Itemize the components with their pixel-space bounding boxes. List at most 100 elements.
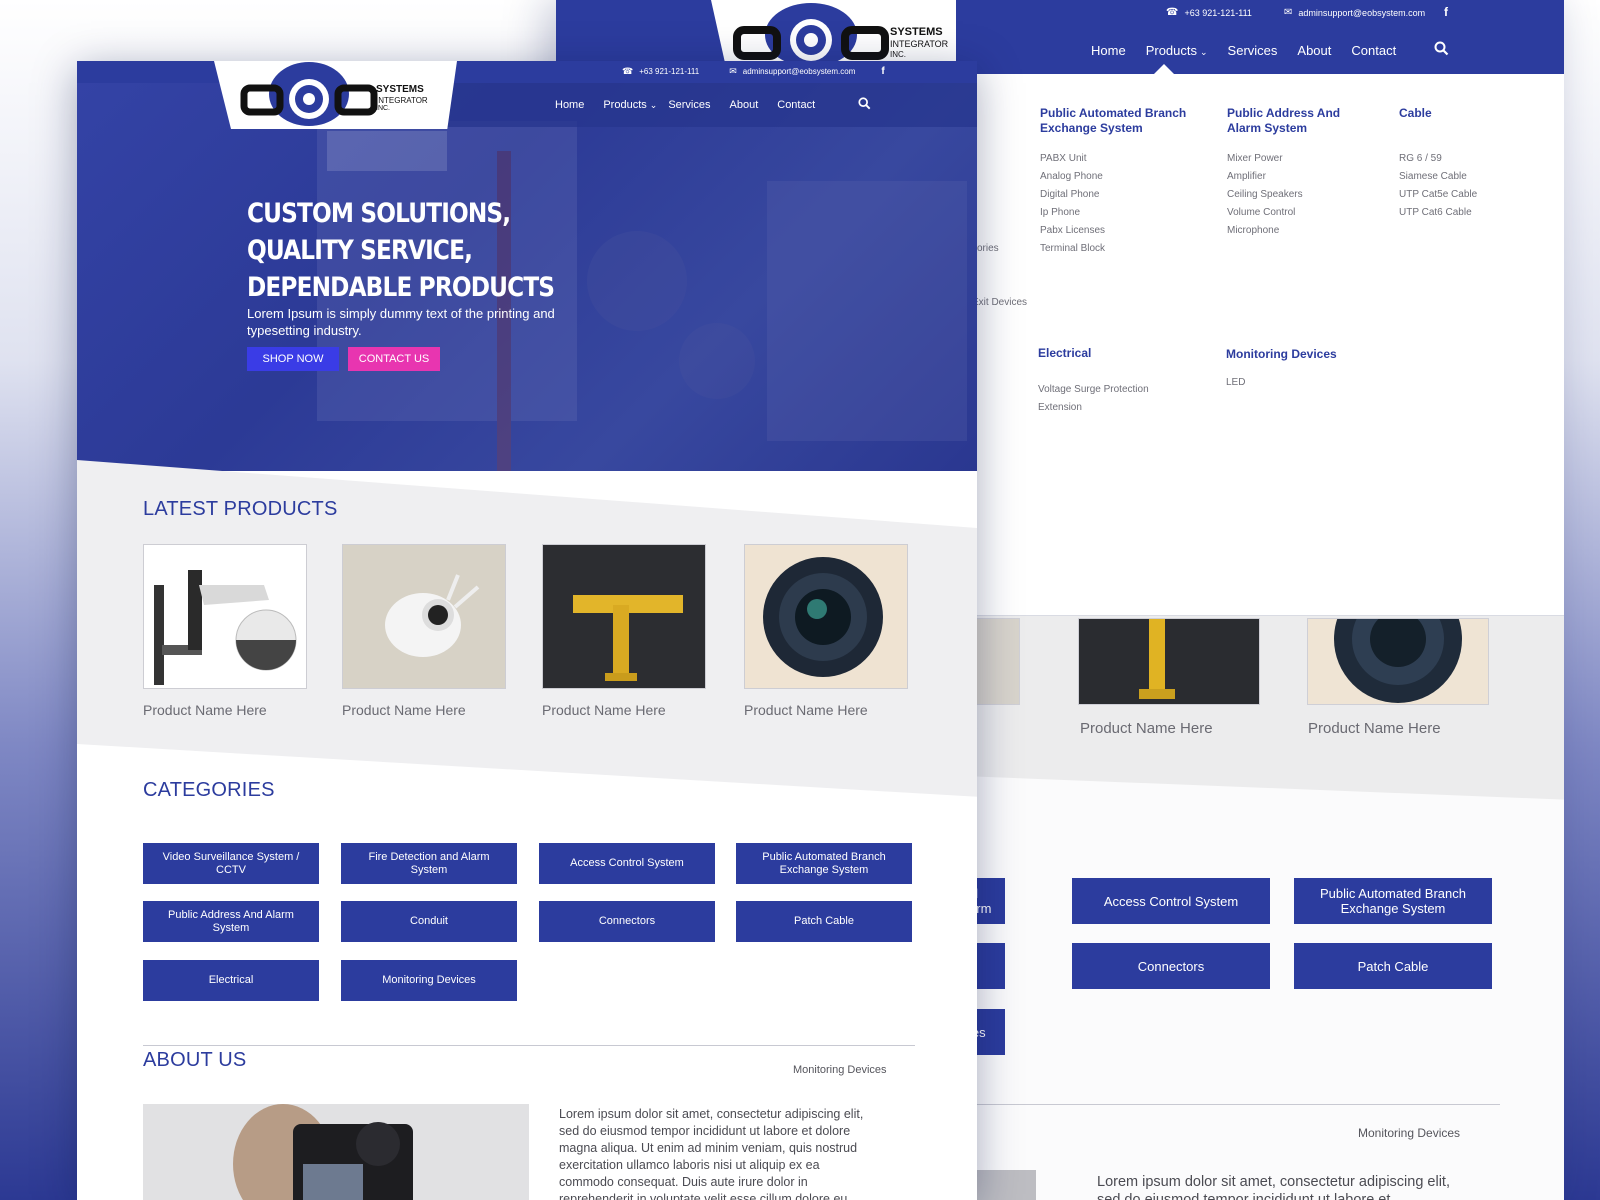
mega-heading-monitoring[interactable]: Monitoring Devices — [1226, 347, 1396, 362]
back-product-name[interactable]: Product Name Here — [1308, 720, 1441, 737]
mega-heading-pabx[interactable]: Public Automated Branch Exchange System — [1040, 106, 1210, 136]
hero-title: CUSTOM SOLUTIONS, QUALITY SERVICE, DEPEN… — [247, 195, 608, 306]
nav-services[interactable]: Services — [668, 99, 710, 111]
back-main-nav: Home Products ⌄ Services About Contact — [1091, 26, 1449, 74]
mega-heading-cable[interactable]: Cable — [1399, 106, 1529, 136]
back-category-button[interactable]: Public Automated Branch Exchange System — [1294, 878, 1492, 924]
logo-mark-icon — [240, 62, 378, 126]
front-brand-line3: INC. — [376, 105, 390, 112]
mega-partial-item[interactable]: Exit Devices — [972, 297, 1027, 308]
facebook-icon[interactable]: f — [881, 66, 884, 77]
mega-item[interactable]: Extension — [1038, 399, 1208, 417]
category-fire-detection[interactable]: Fire Detection and Alarm System — [341, 843, 517, 884]
mega-item[interactable]: Volume Control — [1227, 204, 1357, 222]
back-product-name[interactable]: Product Name Here — [1080, 720, 1213, 737]
mega-item[interactable]: Pabx Licenses — [1040, 222, 1210, 240]
nav-products[interactable]: Products ⌄ — [1146, 43, 1208, 58]
category-access-control[interactable]: Access Control System — [539, 843, 715, 884]
mega-item[interactable]: Ceiling Speakers — [1227, 186, 1357, 204]
back-product-image[interactable] — [1307, 618, 1489, 705]
phone-icon: ☎ — [1166, 7, 1179, 18]
category-monitoring-devices[interactable]: Monitoring Devices — [341, 960, 517, 1001]
category-conduit[interactable]: Conduit — [341, 901, 517, 942]
mega-item[interactable]: Amplifier — [1227, 168, 1357, 186]
categories-heading: CATEGORIES — [143, 779, 275, 801]
chevron-down-icon: ⌄ — [1200, 46, 1208, 57]
mega-item[interactable]: PABX Unit — [1040, 150, 1210, 168]
back-product-image[interactable] — [1078, 618, 1260, 705]
front-phone[interactable]: ☎ +63 921-121-111 — [622, 66, 699, 77]
mega-item[interactable]: Terminal Block — [1040, 240, 1210, 258]
phone-icon: ☎ — [622, 66, 634, 76]
shop-now-button[interactable]: SHOP NOW — [247, 347, 339, 371]
product-name[interactable]: Product Name Here — [542, 702, 706, 718]
product-card[interactable]: Product Name Here — [542, 544, 706, 718]
front-email[interactable]: ✉ adminsupport@eobsystem.com — [729, 66, 855, 77]
mega-col-public-address: Public Address And Alarm System Mixer Po… — [1227, 106, 1357, 240]
back-phone[interactable]: ☎ +63 921-121-111 — [1166, 7, 1252, 18]
back-category-button[interactable]: Access Control System — [1072, 878, 1270, 924]
facebook-icon[interactable]: f — [1444, 5, 1448, 19]
search-icon[interactable] — [858, 97, 871, 113]
product-image[interactable] — [744, 544, 908, 689]
product-name[interactable]: Product Name Here — [143, 702, 307, 718]
mega-item[interactable]: RG 6 / 59 — [1399, 150, 1529, 168]
product-card[interactable]: Product Name Here — [342, 544, 506, 718]
nav-contact[interactable]: Contact — [777, 99, 815, 111]
product-image[interactable] — [143, 544, 307, 689]
category-pabx[interactable]: Public Automated Branch Exchange System — [736, 843, 912, 884]
back-logo[interactable]: SYSTEMS INTEGRATOR INC. — [711, 0, 956, 66]
product-name[interactable]: Product Name Here — [342, 702, 506, 718]
mega-item[interactable]: Siamese Cable — [1399, 168, 1529, 186]
latest-products-heading: LATEST PRODUCTS — [143, 498, 338, 520]
category-patch-cable[interactable]: Patch Cable — [736, 901, 912, 942]
category-video-surveillance[interactable]: Video Surveillance System / CCTV — [143, 843, 319, 884]
about-side-label[interactable]: Monitoring Devices — [793, 1064, 887, 1076]
product-card[interactable]: Product Name Here — [744, 544, 908, 718]
front-email-text: adminsupport@eobsystem.com — [742, 67, 856, 76]
nav-products-label: Products — [603, 99, 647, 111]
mega-item[interactable]: Mixer Power — [1227, 150, 1357, 168]
nav-contact[interactable]: Contact — [1351, 43, 1396, 58]
mega-item[interactable]: Ip Phone — [1040, 204, 1210, 222]
hero-title-line: DEPENDABLE PRODUCTS — [247, 272, 555, 303]
mega-item[interactable]: Voltage Surge Protection — [1038, 381, 1208, 399]
contact-us-button[interactable]: CONTACT US — [348, 347, 440, 371]
nav-products[interactable]: Products ⌄ — [603, 99, 657, 111]
mega-item[interactable]: UTP Cat5e Cable — [1399, 186, 1529, 204]
nav-about[interactable]: About — [730, 99, 759, 111]
back-category-button[interactable]: Connectors — [1072, 943, 1270, 989]
back-email[interactable]: ✉ adminsupport@eobsystem.com — [1284, 7, 1425, 18]
mega-list-public-address: Mixer Power Amplifier Ceiling Speakers V… — [1227, 150, 1357, 240]
product-card[interactable]: Product Name Here — [143, 544, 307, 718]
back-brand-line1: SYSTEMS — [890, 26, 943, 38]
nav-home[interactable]: Home — [1091, 43, 1126, 58]
back-divider — [960, 1104, 1500, 1105]
product-name[interactable]: Product Name Here — [744, 702, 908, 718]
front-logo[interactable]: SYSTEMS INTEGRATOR INC. — [214, 61, 457, 129]
mega-item[interactable]: Microphone — [1227, 222, 1357, 240]
mega-item[interactable]: LED — [1226, 374, 1396, 392]
back-category-button[interactable]: Patch Cable — [1294, 943, 1492, 989]
front-brand-line1: SYSTEMS — [376, 84, 424, 95]
nav-services[interactable]: Services — [1228, 43, 1278, 58]
product-image[interactable] — [542, 544, 706, 689]
section-divider — [143, 1045, 915, 1046]
mega-item[interactable]: UTP Cat6 Cable — [1399, 204, 1529, 222]
back-brand-line2: INTEGRATOR — [890, 39, 949, 49]
product-image[interactable] — [342, 544, 506, 689]
mega-heading-public-address[interactable]: Public Address And Alarm System — [1227, 106, 1357, 136]
category-connectors[interactable]: Connectors — [539, 901, 715, 942]
mega-item[interactable]: Digital Phone — [1040, 186, 1210, 204]
nav-about[interactable]: About — [1297, 43, 1331, 58]
about-image — [143, 1104, 529, 1200]
mega-heading-electrical[interactable]: Electrical — [1038, 346, 1208, 361]
nav-home[interactable]: Home — [555, 99, 584, 111]
search-icon[interactable] — [1434, 41, 1449, 60]
front-brand-line2: INTEGRATOR — [376, 96, 428, 105]
category-electrical[interactable]: Electrical — [143, 960, 319, 1001]
mega-col-electrical: Electrical Voltage Surge Protection Exte… — [1038, 346, 1208, 417]
mega-item[interactable]: Analog Phone — [1040, 168, 1210, 186]
category-public-address[interactable]: Public Address And Alarm System — [143, 901, 319, 942]
hero-title-line: QUALITY SERVICE, — [247, 235, 473, 266]
